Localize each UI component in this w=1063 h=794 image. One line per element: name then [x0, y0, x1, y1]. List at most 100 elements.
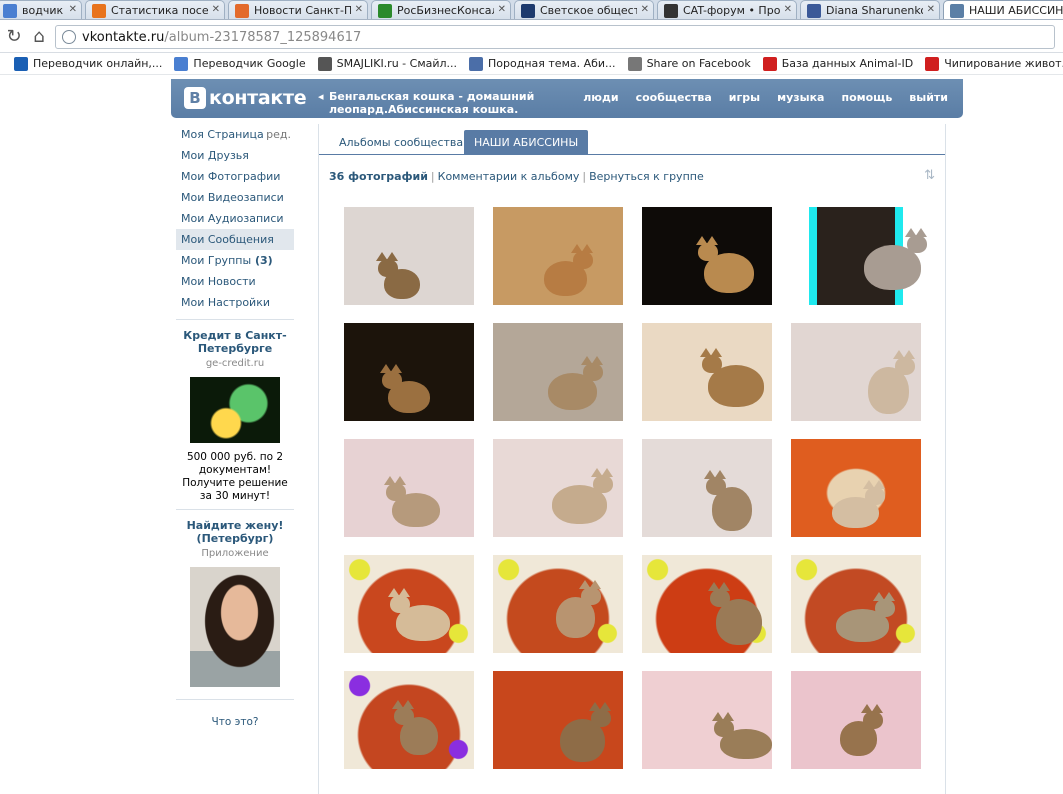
back-to-group-link[interactable]: Вернуться к группе	[589, 170, 704, 183]
album-comments-link[interactable]: Комментарии к альбому	[438, 170, 580, 183]
vk-logo[interactable]: B контакте	[184, 87, 307, 109]
album-photo[interactable]	[493, 439, 623, 537]
ad-money-image[interactable]	[190, 377, 280, 443]
cat-ear	[718, 582, 730, 591]
album-photo[interactable]	[344, 439, 474, 537]
browser-tab[interactable]: CAT-форум • Прос ✕	[657, 0, 797, 19]
sidebar-item[interactable]: Мои Группы (3)	[176, 250, 294, 271]
close-icon[interactable]: ✕	[355, 4, 363, 15]
album-photo[interactable]	[791, 207, 927, 305]
album-photo[interactable]	[493, 671, 623, 769]
album-photo[interactable]	[493, 323, 623, 421]
ad-photo-image[interactable]	[190, 567, 280, 687]
cat-head	[698, 243, 718, 261]
browser-tab-title: Diana Sharunenko	[826, 4, 923, 17]
album-photo[interactable]	[344, 323, 474, 421]
album-summary: 36 фотографий | Комментарии к альбому | Верн…	[329, 170, 704, 183]
sidebar-item[interactable]: Мои Настройки	[176, 292, 294, 313]
globe-icon	[627, 56, 642, 71]
album-photo[interactable]	[642, 207, 772, 305]
sort-icon[interactable]: ⇅	[924, 168, 935, 183]
bookmark-label: Share on Facebook	[646, 57, 751, 70]
bookmark-item[interactable]: Переводчик онлайн,...	[14, 56, 162, 71]
nav-link-музыка[interactable]: музыка	[777, 91, 824, 104]
cat-head	[390, 595, 410, 613]
bookmarks-bar: Переводчик онлайн,... Переводчик Google SM…	[0, 53, 1063, 75]
bookmark-label: База данных Animal-ID	[781, 57, 914, 70]
reload-icon[interactable]: ↻	[3, 25, 25, 47]
album-photo[interactable]	[493, 207, 623, 305]
album-photo[interactable]	[642, 671, 772, 769]
album-content: Альбомы сообщества НАШИ АБИССИНЫ 36 фото…	[318, 124, 946, 794]
sidebar-item[interactable]: Мои Аудиозаписи	[176, 208, 294, 229]
cat-ear	[871, 704, 883, 713]
news-icon	[235, 3, 249, 18]
browser-tab[interactable]: Diana Sharunenko ✕	[800, 0, 940, 19]
tab-community-albums[interactable]: Альбомы сообщества	[329, 130, 473, 155]
album-photo[interactable]	[791, 671, 921, 769]
browser-tab[interactable]: водчик Google ✕	[0, 0, 82, 19]
what-is-this-link[interactable]: Что это?	[176, 716, 294, 728]
album-photo[interactable]	[642, 439, 772, 537]
close-icon[interactable]: ✕	[641, 4, 649, 15]
close-icon[interactable]: ✕	[212, 4, 220, 15]
edit-link[interactable]: ред.	[266, 124, 291, 145]
close-icon[interactable]: ✕	[927, 4, 935, 15]
browser-tab[interactable]: НАШИ АБИССИНЫ✕	[943, 0, 1063, 19]
sidebar-item-label: Мои Сообщения	[181, 233, 274, 246]
album-photo[interactable]	[344, 555, 474, 653]
ad-credit[interactable]: Кредит в Санкт-Петербурге ge-credit.ru 5…	[176, 326, 294, 503]
bookmark-item[interactable]: Share on Facebook	[627, 56, 751, 71]
sidebar-item[interactable]: Мои Фотографии	[176, 166, 294, 187]
nav-link-сообщества[interactable]: сообщества	[636, 91, 712, 104]
cat-ear	[390, 364, 402, 373]
album-photo[interactable]	[344, 671, 474, 769]
close-icon[interactable]: ✕	[784, 4, 792, 15]
cat-head	[583, 363, 603, 381]
bookmark-item[interactable]: База данных Animal-ID	[762, 56, 914, 71]
nav-link-игры[interactable]: игры	[729, 91, 760, 104]
address-bar[interactable]: vkontakte.ru/album-23178587_125894617	[55, 25, 1055, 49]
ad-title[interactable]: Кредит в Санкт-Петербурге	[176, 329, 294, 355]
ad-title[interactable]: Найдите жену! (Петербург)	[176, 519, 294, 545]
paw-icon	[925, 56, 940, 71]
vk-header: B контакте ◂ Бенгальская кошка - домашни…	[171, 79, 963, 118]
cat-head	[581, 587, 601, 605]
nav-link-выйти[interactable]: выйти	[909, 91, 948, 104]
divider	[176, 699, 294, 700]
sidebar-item[interactable]: Моя Страница ред.	[176, 124, 294, 145]
album-photo[interactable]	[791, 323, 921, 421]
close-icon[interactable]: ✕	[69, 4, 77, 15]
ad-domain: ge-credit.ru	[205, 358, 265, 369]
bookmark-item[interactable]: SMAJLIKI.ru - Смайл...	[317, 56, 457, 71]
album-photo[interactable]	[791, 555, 921, 653]
album-photo[interactable]	[642, 555, 772, 653]
browser-tab[interactable]: Светское общест ✕	[514, 0, 654, 19]
group-title-link[interactable]: ◂ Бенгальская кошка - домашний леопард.А…	[318, 90, 559, 116]
album-photo[interactable]	[493, 555, 623, 653]
album-photo[interactable]	[344, 207, 474, 305]
nav-link-люди[interactable]: люди	[583, 91, 618, 104]
bookmark-item[interactable]: Переводчик Google	[174, 56, 306, 71]
album-photo[interactable]	[791, 439, 921, 537]
sidebar-item[interactable]: Мои Новости	[176, 271, 294, 292]
nav-link-помощь[interactable]: помощь	[841, 91, 892, 104]
cat-ear	[710, 348, 722, 357]
sidebar-item[interactable]: Мои Сообщения	[176, 229, 294, 250]
tab-current-album[interactable]: НАШИ АБИССИНЫ	[464, 130, 589, 155]
cat-ear	[599, 702, 611, 711]
album-photo[interactable]	[642, 323, 772, 421]
browser-tab[interactable]: РосБизнесКонсалт ✕	[371, 0, 511, 19]
sidebar-item-label: Моя Страница	[181, 128, 264, 141]
browser-tab[interactable]: Статистика посещ ✕	[85, 0, 225, 19]
bookmark-item[interactable]: Чипирование живот...	[925, 56, 1063, 71]
browser-tab[interactable]: Новости Санкт-Пе ✕	[228, 0, 368, 19]
bookmark-item[interactable]: Породная тема. Аби...	[469, 56, 616, 71]
ad-wife[interactable]: Найдите жену! (Петербург) Приложение	[176, 516, 294, 687]
sidebar-item[interactable]: Мои Видеозаписи	[176, 187, 294, 208]
vk-logo-text: контакте	[209, 87, 307, 109]
sidebar-item[interactable]: Мои Друзья	[176, 145, 294, 166]
close-icon[interactable]: ✕	[498, 4, 506, 15]
sidebar-item-label: Мои Новости	[181, 275, 256, 288]
home-icon[interactable]: ⌂	[28, 25, 50, 47]
